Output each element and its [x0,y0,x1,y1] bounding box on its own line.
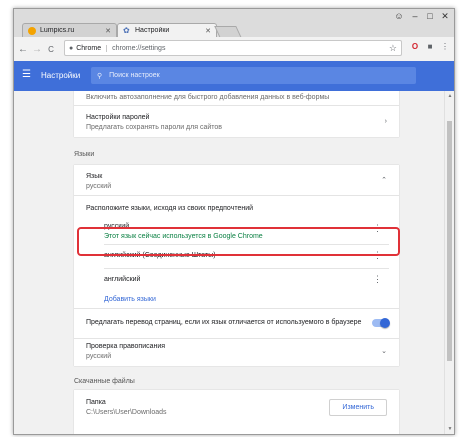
lumpics-favicon-icon [28,26,36,35]
passwords-row[interactable]: Настройки паролей Предлагать сохранять п… [74,105,399,137]
spellcheck-row[interactable]: Проверка правописания русский ⌄ [74,338,399,366]
browser-window: Lumpics.ru ✕ ✿ Настройки ✕ ☺ – □ ✕ ← → C… [13,8,455,435]
annotation-highlight [77,227,400,256]
close-window-button[interactable]: ✕ [438,11,452,22]
chevron-right-icon: › [384,118,387,125]
scrollbar[interactable]: ▲ ▼ [444,91,454,434]
close-icon[interactable]: ✕ [205,27,211,35]
close-icon[interactable]: ✕ [105,27,111,35]
toggle-knob [380,318,390,328]
language-row[interactable]: Язык русский ⌃ [74,165,399,195]
tab-settings[interactable]: ✿ Настройки ✕ [117,23,217,37]
tab-strip: Lumpics.ru ✕ ✿ Настройки ✕ ☺ – □ ✕ [14,9,454,38]
translate-toggle[interactable] [372,318,390,328]
settings-search[interactable]: ⚲ [91,67,416,84]
tab-title: Настройки [135,27,170,34]
language-name: английский [104,276,141,283]
tab-lumpics[interactable]: Lumpics.ru ✕ [22,23,117,37]
address-bar[interactable]: ● Chrome chrome://settings ☆ [64,40,402,56]
menu-icon[interactable]: ⋮ [439,42,451,54]
tab-title: Lumpics.ru [40,27,75,34]
forward-button[interactable]: → [30,44,44,55]
autofill-card: Включить автозаполнение для быстрого доб… [74,91,399,137]
back-button[interactable]: ← [16,44,30,55]
more-options-icon[interactable]: ⋮ [373,275,382,284]
divider [74,195,399,196]
chevron-down-icon[interactable]: ⌄ [381,347,387,355]
languages-card: Язык русский ⌃ Расположите языки, исходя… [74,165,399,366]
language-value: русский [86,183,112,190]
maximize-button[interactable]: □ [423,11,437,21]
search-input[interactable] [107,71,392,80]
browser-toolbar: ← → C ● Chrome chrome://settings ☆ O ■ ⋮ [14,37,454,61]
autofill-description: Включить автозаполнение для быстрого доб… [86,94,330,101]
language-item: английский ⋮ [74,268,399,294]
language-title: Язык [86,173,103,180]
url-text[interactable]: chrome://settings [112,45,389,52]
hamburger-menu-icon[interactable]: ☰ [22,70,32,80]
opera-icon[interactable]: O [409,42,421,54]
secure-chip: Chrome [76,44,108,52]
languages-heading: Языки [74,151,95,158]
downloads-card: Папка C:\Users\User\Downloads Изменить [74,390,399,434]
page-title: Настройки [41,71,81,80]
minimize-button[interactable]: – [408,11,422,21]
translate-offer-label: Предлагать перевод страниц, если их язык… [86,319,362,326]
add-languages-link[interactable]: Добавить языки [104,296,156,303]
folder-path: C:\Users\User\Downloads [86,409,167,416]
spellcheck-title: Проверка правописания [86,343,166,350]
passwords-description: Предлагать сохранять пароли для сайтов [86,124,222,131]
scroll-down-icon[interactable]: ▼ [445,426,454,432]
secure-icon: ● [69,44,74,52]
translate-offer-row: Предлагать перевод страниц, если их язык… [74,308,399,338]
spellcheck-value: русский [86,353,112,360]
chevron-up-icon[interactable]: ⌃ [381,176,387,184]
passwords-title: Настройки паролей [86,114,150,121]
user-icon[interactable]: ☺ [392,11,406,21]
settings-header: ☰ Настройки ⚲ [14,61,454,91]
reload-button[interactable]: C [44,45,58,54]
folder-title: Папка [86,399,106,406]
star-icon[interactable]: ☆ [389,43,397,54]
settings-content: Включить автозаполнение для быстрого доб… [14,91,444,434]
scrollbar-thumb[interactable] [447,121,452,361]
scroll-up-icon[interactable]: ▲ [445,93,454,99]
gear-icon: ✿ [123,25,130,35]
downloads-heading: Скачанные файлы [74,378,135,385]
search-icon: ⚲ [97,72,103,80]
language-order-text: Расположите языки, исходя из своих предп… [86,205,254,212]
extension-icon[interactable]: ■ [424,42,436,54]
change-folder-button[interactable]: Изменить [329,399,387,416]
